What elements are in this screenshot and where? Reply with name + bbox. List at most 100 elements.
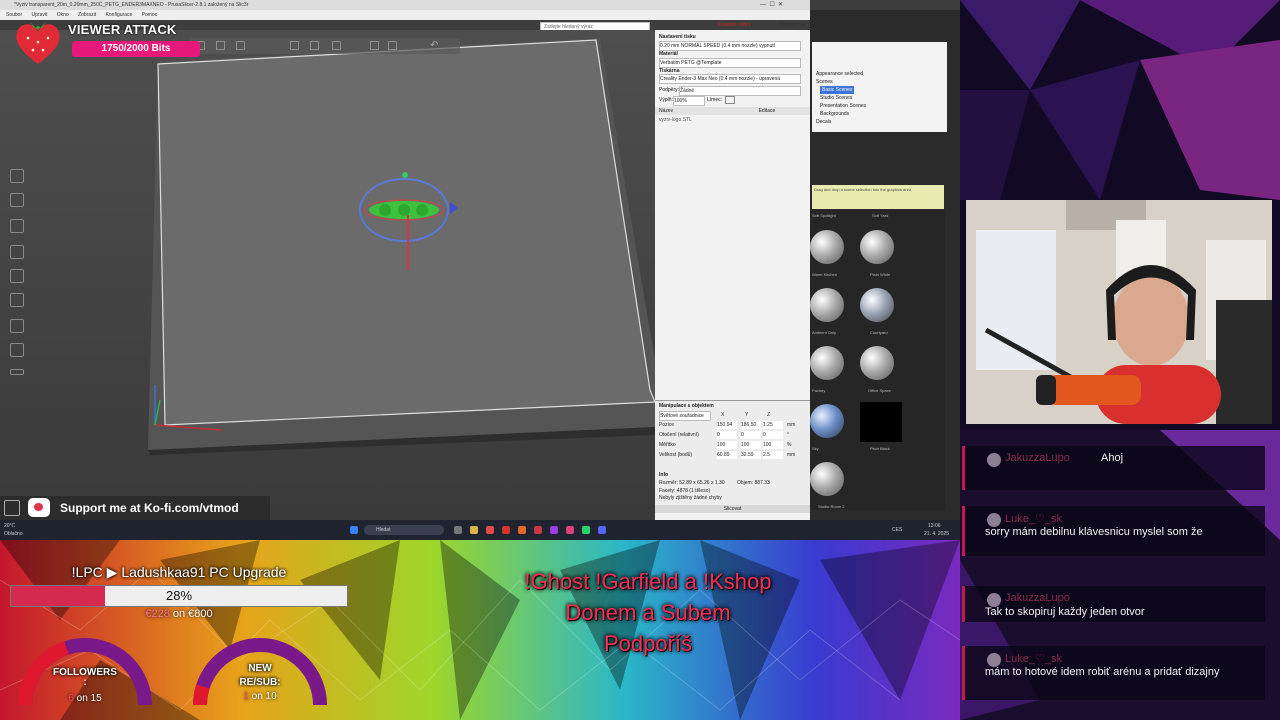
scale-tool-icon[interactable] bbox=[10, 193, 24, 207]
env-sphere[interactable] bbox=[810, 346, 844, 380]
app-icon[interactable] bbox=[502, 526, 510, 534]
app-icon[interactable] bbox=[534, 526, 542, 534]
rotation-x-input[interactable]: 0 bbox=[717, 431, 737, 439]
expert-mode-label[interactable]: Expertní režim bbox=[718, 22, 750, 28]
announcement-line-2: Donem a Subem bbox=[565, 600, 731, 625]
infill-select[interactable]: 100% bbox=[673, 96, 705, 106]
cut-tool-icon[interactable] bbox=[10, 269, 24, 283]
discord-icon[interactable] bbox=[598, 526, 606, 534]
copy-icon[interactable] bbox=[310, 41, 319, 50]
tree-item-studio-scenes[interactable]: Studio Scenes bbox=[820, 94, 852, 102]
measure-tool-icon[interactable] bbox=[10, 343, 24, 357]
delete-all-icon[interactable] bbox=[236, 41, 245, 50]
app-icon[interactable] bbox=[566, 526, 574, 534]
scale-x-input[interactable]: 100 bbox=[717, 441, 737, 449]
size-y-input[interactable]: 32.59 bbox=[741, 451, 761, 459]
goal-target: on €800 bbox=[169, 608, 213, 620]
tree-item-backgrounds[interactable]: Backgrounds bbox=[820, 110, 849, 118]
tree-item-scenes[interactable]: Scenes bbox=[816, 78, 833, 86]
windows-taskbar: 20°C Oblačno Hledat CES 13:06 21. 4. 202… bbox=[0, 520, 960, 540]
position-unit: mm bbox=[787, 422, 796, 428]
object-list-item[interactable]: vyziv-logo.STL bbox=[659, 116, 692, 124]
goal-progress-bar: 28% bbox=[10, 585, 348, 607]
app-icon[interactable] bbox=[518, 526, 526, 534]
size-x-input[interactable]: 60.89 bbox=[717, 451, 737, 459]
position-x-input[interactable]: 150.94 bbox=[717, 421, 737, 429]
rotation-z-input[interactable]: 0 bbox=[763, 431, 783, 439]
app-icon[interactable] bbox=[486, 526, 494, 534]
rotate-tool-icon[interactable] bbox=[10, 219, 24, 233]
tree-item-decals[interactable]: Decals bbox=[816, 118, 831, 126]
info-title: Info bbox=[659, 472, 669, 478]
env-label: Pitch Black bbox=[870, 446, 890, 451]
coordinate-select[interactable]: Světové souřadnice bbox=[659, 411, 711, 421]
add-instance-icon[interactable] bbox=[332, 41, 341, 50]
env-sphere[interactable] bbox=[810, 230, 844, 264]
supports-select[interactable]: Žádné bbox=[679, 86, 801, 96]
viewer-attack-title: VIEWER ATTACK bbox=[68, 22, 177, 37]
chat-username: Luke_♡_sk bbox=[1005, 653, 1062, 665]
subs-subtitle: RE/SUB: bbox=[239, 677, 281, 688]
env-sphere[interactable] bbox=[810, 404, 844, 438]
size-unit: mm bbox=[787, 452, 796, 458]
avatar bbox=[987, 653, 1001, 667]
split-parts-icon[interactable] bbox=[388, 41, 397, 50]
move-tool-icon[interactable] bbox=[10, 169, 24, 183]
place-on-face-icon[interactable] bbox=[10, 245, 24, 259]
position-z-input[interactable]: 1.25 bbox=[763, 421, 783, 429]
scale-y-input[interactable]: 100 bbox=[741, 441, 761, 449]
info-size: Rozměr: 52.89 x 65.26 x 1.30 bbox=[659, 480, 725, 486]
position-y-input[interactable]: 186.50 bbox=[741, 421, 761, 429]
env-label: Sky bbox=[812, 446, 819, 451]
start-icon[interactable] bbox=[350, 526, 358, 534]
viewer-attack-widget: VIEWER ATTACK 1750/2000 Bits bbox=[12, 18, 200, 68]
window-controls[interactable]: — ☐ ✕ bbox=[760, 1, 808, 9]
explorer-icon[interactable] bbox=[470, 526, 478, 534]
size-z-input[interactable]: 2.5 bbox=[763, 451, 783, 459]
env-sphere[interactable] bbox=[860, 288, 894, 322]
3d-viewport[interactable] bbox=[0, 30, 655, 520]
env-label: Studio Room 2 bbox=[818, 504, 845, 509]
whatsapp-icon[interactable] bbox=[582, 526, 590, 534]
kofi-text[interactable]: Support me at Ko-fi.com/vtmod bbox=[60, 501, 239, 515]
tree-item-presentation-scenes[interactable]: Presentation Scenes bbox=[820, 102, 866, 110]
subs-goal: on 10 bbox=[248, 691, 277, 702]
printer-profile-select[interactable]: Creality Ender-3 Max Neo (0.4 mm nozzle)… bbox=[659, 74, 801, 84]
followers-count: 6 on 15 bbox=[15, 693, 155, 704]
env-sphere[interactable] bbox=[810, 462, 844, 496]
app-icon[interactable] bbox=[550, 526, 558, 534]
paint-supports-icon[interactable] bbox=[10, 293, 24, 307]
weather-temp[interactable]: 20°C bbox=[4, 523, 15, 529]
scale-label: Měřítko bbox=[659, 442, 676, 448]
language-indicator[interactable]: CES bbox=[892, 527, 902, 533]
scale-z-input[interactable]: 100 bbox=[763, 441, 783, 449]
task-view-icon[interactable] bbox=[454, 526, 462, 534]
undo-icon[interactable]: ↶ bbox=[430, 41, 439, 51]
tree-item-basic-scenes[interactable]: Basic Scenes bbox=[820, 86, 855, 94]
kofi-banner: Support me at Ko-fi.com/vtmod bbox=[0, 496, 270, 520]
taskbar-search[interactable]: Hledat bbox=[364, 525, 444, 535]
clock-time[interactable]: 13:06 bbox=[928, 523, 941, 529]
env-sphere[interactable] bbox=[860, 346, 894, 380]
arrange-icon[interactable] bbox=[290, 41, 299, 50]
filament-label: Materiál bbox=[659, 51, 678, 57]
followers-goal: on 15 bbox=[73, 693, 102, 704]
layers-icon[interactable] bbox=[10, 369, 24, 375]
build-plate bbox=[148, 38, 655, 455]
split-objects-icon[interactable] bbox=[370, 41, 379, 50]
view-mode-label[interactable]: Přidávání se bbox=[778, 22, 806, 28]
command-announcement: !Ghost !Garfield a !Kshop Donem a Subem … bbox=[478, 566, 818, 659]
env-sphere[interactable] bbox=[860, 230, 894, 264]
delete-icon[interactable] bbox=[216, 41, 225, 50]
supports-label: Podpěry: bbox=[659, 87, 680, 93]
rotation-y-input[interactable]: 0 bbox=[741, 431, 761, 439]
filament-profile-select[interactable]: Verbatim PETG @Template bbox=[659, 58, 801, 68]
slice-button[interactable]: Slicovat bbox=[655, 505, 810, 513]
selected-object[interactable] bbox=[350, 170, 470, 270]
brim-checkbox[interactable] bbox=[725, 96, 735, 104]
print-profile-select[interactable]: 0.20 mm NORMAL SPEED (0.4 mm nozzle) vyp… bbox=[659, 41, 801, 51]
seam-painting-icon[interactable] bbox=[10, 319, 24, 333]
env-sphere[interactable] bbox=[810, 288, 844, 322]
env-swatch-black[interactable] bbox=[860, 402, 902, 442]
rotation-unit: ° bbox=[787, 432, 789, 438]
